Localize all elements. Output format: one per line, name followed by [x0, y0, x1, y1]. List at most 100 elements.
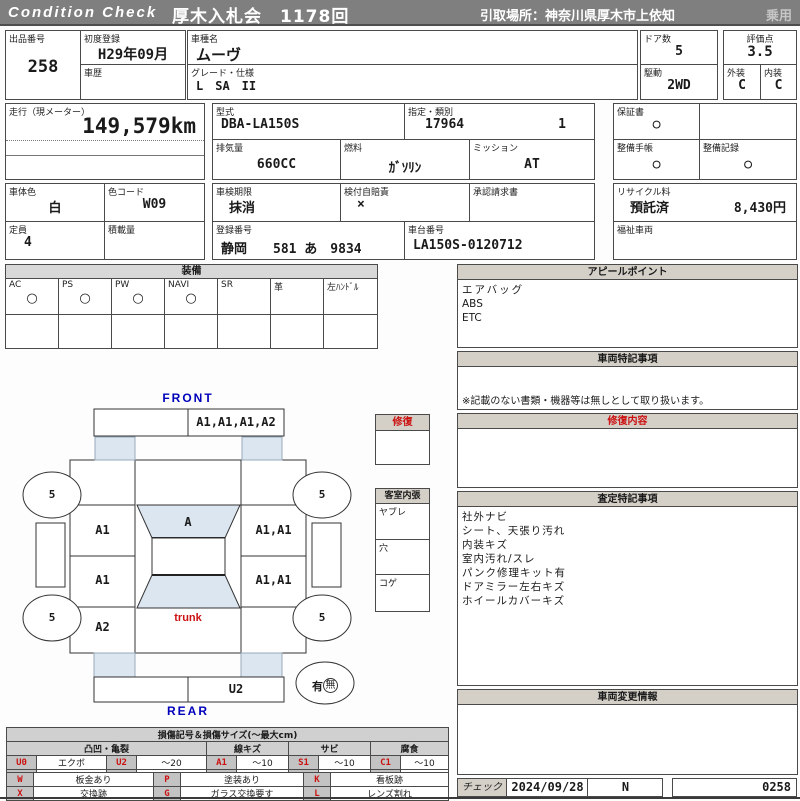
sheet-no-box: 0258: [672, 778, 797, 797]
field-approval-request: 承認請求書: [469, 183, 595, 222]
field-interior: 内装 C: [760, 64, 797, 100]
legend-code-cell: S1: [288, 755, 319, 770]
field-chassis-no: 車台番号 LA150S-0120712: [404, 221, 595, 260]
equipment-ps-value: ○: [79, 291, 91, 306]
field-warranty-extra: [699, 103, 797, 140]
welfare-vehicle-label: 福祉車両: [617, 226, 654, 236]
brand-logo: Condition Check: [8, 4, 158, 21]
doors-value: 5: [675, 44, 683, 59]
field-score: 評価点 3.5: [723, 30, 797, 65]
taillight-right-shape: [240, 652, 283, 678]
assessment-item: 室内汚れ/スレ: [462, 553, 536, 565]
mirror-right-shape: [311, 522, 342, 588]
appeal-item: ABS: [462, 298, 483, 310]
registration-no-label: 登録番号: [216, 226, 253, 236]
assessment-item: パンク修理キット有: [462, 567, 567, 579]
sheet-no-value: 0258: [762, 780, 791, 794]
grade-value: L SA II: [196, 79, 257, 93]
assessment-panel: 査定特記事項 社外ナビ シート、天張り汚れ 内装キズ 室内汚れ/スレ パンク修理…: [457, 491, 798, 686]
tire-rear-left-value: 5: [48, 611, 56, 624]
exhibit-no-value: 258: [27, 57, 59, 77]
appeal-item: エアバッグ: [462, 284, 525, 296]
model-code-value: DBA-LA150S: [221, 117, 300, 132]
cabin-lining-title: 客室内張: [376, 489, 429, 504]
field-history: 車歴: [80, 64, 186, 100]
rear-label: REAR: [166, 704, 209, 718]
recycle-fee-status: 預託済: [630, 201, 670, 216]
field-fuel: 燃料 ｶﾞｿﾘﾝ: [340, 139, 470, 180]
drive-value: 2WD: [667, 78, 691, 93]
roof-shape: [151, 537, 226, 576]
cabin-lining-box: 客室内張 ヤブレ 穴 コゲ: [375, 488, 430, 612]
right-rear-door-damage: A1,A1: [255, 573, 292, 587]
history-label: 車歴: [84, 69, 103, 79]
field-designation: 指定・類別 17964 1: [404, 103, 595, 140]
legend-group-corrosion: 腐食: [369, 741, 450, 756]
designation-value: 17964: [425, 117, 465, 132]
check-label: チェック: [458, 779, 507, 796]
body-color-value: 白: [48, 201, 62, 216]
pickup-location: 引取場所：神奈川県厚木市上依知: [480, 9, 676, 24]
left-quarter-damage: A2: [95, 620, 110, 634]
equipment-navi-value: ○: [185, 291, 197, 306]
equipment-cell-navi: NAVI ○: [164, 278, 218, 315]
legend-desc-cell: 〜10: [318, 755, 371, 770]
vehicle-class: 乗用: [765, 9, 792, 24]
equipment-empty-cell: [111, 314, 165, 349]
field-maintenance-record: 整備記録 ○: [699, 139, 797, 180]
equipment-sr-label: SR: [221, 280, 233, 290]
mileage-empty-row: [6, 141, 204, 156]
inspection-expiry-value: 抹消: [229, 201, 256, 216]
maintenance-book-label: 整備手帳: [617, 144, 654, 154]
load-label: 積載量: [108, 226, 136, 236]
color-code-value: W09: [142, 197, 167, 212]
equipment-cell-ac: AC ○: [5, 278, 59, 315]
headlight-right-shape: [241, 436, 283, 461]
special-notes-panel: 車両特記事項 ※記載のない書類・機器等は無しとして取り扱います。: [457, 351, 798, 410]
cabin-lining-burn: コゲ: [379, 579, 398, 589]
field-first-registration: 初度登録 H29年09月: [80, 30, 186, 65]
repair-detail-title: 修復内容: [458, 414, 797, 429]
legend-group-dent: 凸凹・亀裂: [6, 741, 207, 756]
equipment-empty-cell: [270, 314, 324, 349]
field-drive: 駆動 2WD: [640, 64, 718, 100]
score-value: 3.5: [747, 44, 773, 60]
bottom-rule: [0, 797, 800, 799]
legend-code-cell: K: [303, 772, 331, 787]
tire-rear-right-value: 5: [318, 611, 326, 624]
assessment-item: ドアミラー左右キズ: [462, 581, 566, 593]
equipment-ac-label: AC: [9, 280, 22, 290]
headlight-left-shape: [94, 436, 136, 461]
field-body-color: 車体色 白: [5, 183, 105, 222]
field-model-name: 車種名 ムーヴ: [187, 30, 638, 65]
spare-tire-indicator: 有無: [297, 675, 353, 694]
assessment-item: シート、天張り汚れ: [462, 525, 566, 537]
fuel-value: ｶﾞｿﾘﾝ: [388, 161, 422, 176]
equipment-ac-value: ○: [26, 291, 38, 306]
field-welfare-vehicle: 福祉車両: [613, 221, 797, 260]
spare-none-circled: 無: [323, 678, 338, 693]
recycle-fee-amount: 8,430円: [733, 201, 786, 216]
legend-code-cell: C1: [370, 755, 401, 770]
check-box: チェック 2024/09/28 N: [457, 778, 663, 797]
legend-desc-cell: 塗装あり: [180, 772, 304, 787]
maintenance-record-label: 整備記録: [703, 144, 740, 154]
equipment-empty-cell: [217, 314, 271, 349]
left-rear-door-damage: A1: [95, 573, 110, 587]
field-mileage: 走行（現メーター） 149,579km: [5, 103, 205, 180]
assessment-item: 内装キズ: [462, 539, 508, 551]
equipment-title: 装備: [5, 264, 378, 279]
assessment-item: 社外ナビ: [462, 511, 508, 523]
cabin-lining-tear: ヤブレ: [376, 504, 429, 540]
equipment-cell-pw: PW ○: [111, 278, 165, 315]
warranty-value: ○: [652, 117, 661, 132]
liability-insurance-value: ×: [357, 197, 365, 212]
auction-title: 厚木入札会 1178回: [172, 7, 350, 27]
equipment-cell-ps: PS ○: [58, 278, 112, 315]
exterior-value: C: [738, 78, 746, 93]
equipment-cell-sr: SR: [217, 278, 271, 315]
field-recycle-fee: リサイクル料 預託済 8,430円: [613, 183, 797, 222]
legend-code-cell: U0: [6, 755, 37, 770]
field-maintenance-book: 整備手帳 ○: [613, 139, 700, 180]
equipment-navi-label: NAVI: [168, 280, 190, 290]
